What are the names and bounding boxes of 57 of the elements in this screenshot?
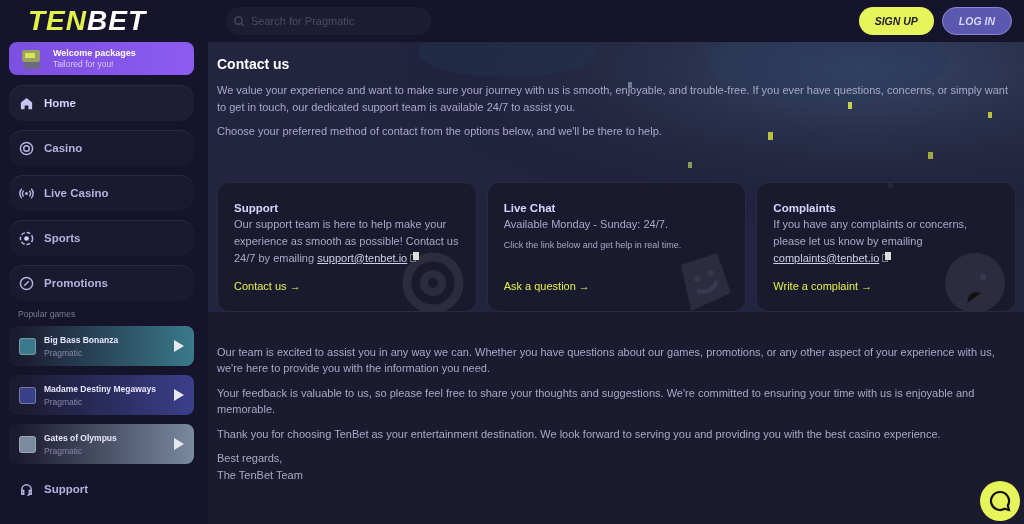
game-thumbnail [19, 337, 36, 355]
email-link[interactable]: support@tenbet.io [317, 251, 408, 264]
page-title: Contact us [217, 56, 291, 72]
game-provider: Pragmatic [44, 396, 84, 407]
card-text: If you have any complaints or concerns, please let us know by emailing complaints@tenbet.io [773, 216, 969, 266]
game-title: Big Bass Bonanza [44, 334, 120, 345]
game-provider: Pragmatic [44, 445, 84, 456]
search-icon [234, 16, 245, 27]
card-text: Our support team is here to help make your experience as smooth as possible! Contact us 24/7 by emailing support@tenbet.io [234, 216, 460, 266]
chat-bubble-icon [989, 490, 1011, 512]
ball-icon [19, 230, 34, 246]
nav-item[interactable]: Sports [9, 220, 194, 256]
game-title: Madame Destiny Megaways [44, 383, 157, 394]
promo-title: Welcome packages [53, 48, 136, 58]
chip-icon [19, 140, 34, 156]
nav-item[interactable]: Promotions [9, 265, 194, 301]
game-title: Gates of Olympus [44, 432, 118, 443]
play-icon[interactable] [174, 340, 184, 352]
play-icon[interactable] [174, 389, 184, 401]
chat-button[interactable] [980, 481, 1020, 521]
nav-item[interactable]: Casino [9, 130, 194, 166]
card-title: Complaints [773, 201, 837, 214]
headset-icon [19, 481, 34, 497]
card-title: Live Chat [503, 201, 557, 214]
home-icon [19, 95, 34, 111]
email-link[interactable]: complaints@tenbet.io [773, 251, 880, 264]
card-note: Click the link below and get help in real time. [503, 239, 683, 250]
logo[interactable]: TENBET [28, 5, 226, 37]
copy-icon[interactable] [410, 251, 420, 262]
card-link[interactable]: Contact us → [234, 279, 460, 292]
game-card[interactable]: Gates of Olympus Pragmatic [9, 424, 194, 464]
game-thumbnail [19, 386, 36, 404]
promo-subtitle: Tailored for you! [53, 59, 115, 69]
paragraph: Your feedback is valuable to us, so please feel free to share your thoughts and suggestions. We're committed to ensuring your time with us is enjoyable and memorable. [217, 385, 976, 417]
card-title: Support [234, 201, 280, 214]
copy-icon[interactable] [882, 251, 892, 262]
broadcast-icon [19, 185, 34, 201]
nav-item[interactable]: Support [9, 473, 194, 505]
card-link[interactable]: Ask a question → [503, 279, 730, 292]
promo-banner[interactable]: Welcome packages Tailored for you! [9, 42, 194, 75]
paragraph: We value your experience and want to make sure your journey with us is smooth, enjoyable, and trouble-free. If you ever have questions, concerns, or simply want to get in touch, our dedicated support team is available 24/7 to assist you. [217, 83, 1009, 115]
log-in-button[interactable]: LOG IN [941, 7, 1012, 35]
card-text: Available Monday - Sunday: 24/7. [503, 216, 669, 232]
paragraph: Thank you for choosing TenBet as your entertainment destination. We look forward to serving you and providing you with the best casino experience. [217, 426, 942, 442]
card-link[interactable]: Write a complaint → [773, 279, 999, 292]
paragraph: Choose your preferred method of contact from the options below, and we'll be there to help. [217, 124, 663, 139]
sign-up-button[interactable]: SIGN UP [858, 7, 934, 35]
game-thumbnail [19, 435, 36, 453]
discount-icon [19, 275, 34, 291]
section-heading: Popular games [18, 309, 77, 319]
nav-item[interactable]: Live Casino [9, 175, 194, 211]
signature: Best regards, The TenBet Team [217, 451, 304, 483]
nav-item[interactable]: Home [9, 85, 194, 121]
game-card[interactable]: Big Bass Bonanza Pragmatic [9, 326, 194, 366]
paragraph: Our team is excited to assist you in any way we can. Whether you have questions about our games, promotions, or any other aspect of your experience with us, we're here to provide you with the information you need. [217, 344, 996, 376]
game-card[interactable]: Madame Destiny Megaways Pragmatic [9, 375, 194, 415]
game-provider: Pragmatic [44, 347, 84, 358]
